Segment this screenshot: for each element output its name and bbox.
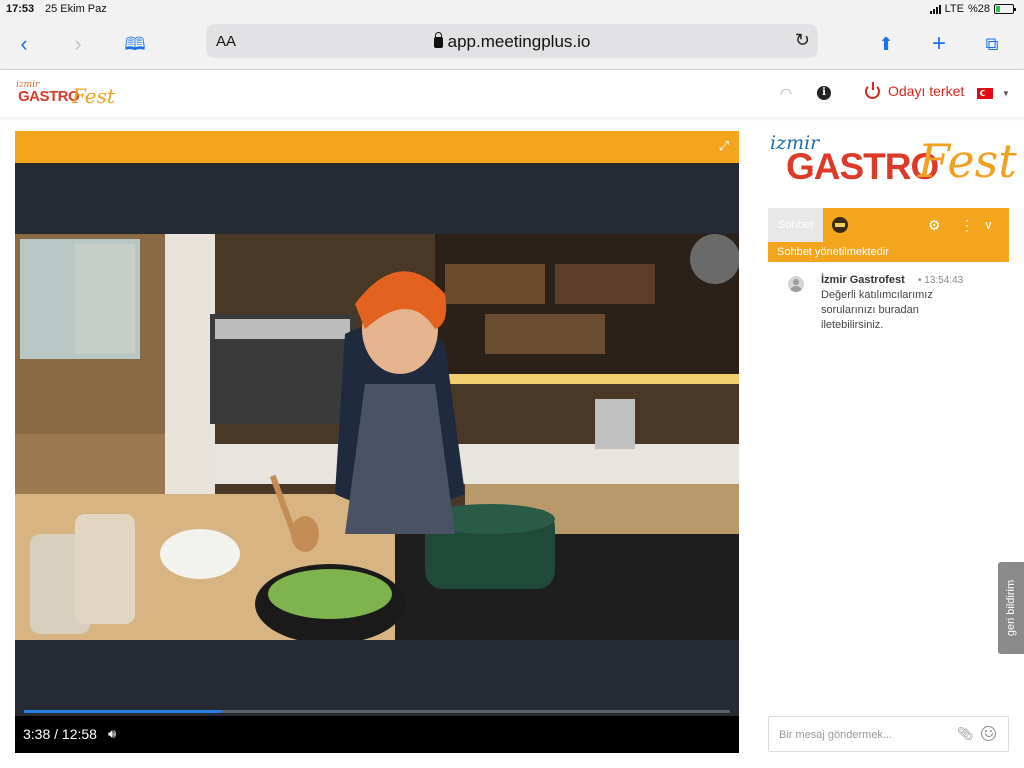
back-icon[interactable]: ‹ [10, 30, 38, 58]
volume-icon[interactable]: 🔊︎ [108, 726, 116, 742]
language-flag-icon[interactable] [977, 88, 993, 99]
sidebar-logo: izmir GASTRO Fest [768, 132, 1017, 196]
user-avatar-icon [788, 276, 804, 292]
logo-fest: Fest [72, 84, 115, 108]
info-icon[interactable]: i [817, 86, 831, 100]
new-tab-icon[interactable]: + [925, 30, 953, 58]
attachment-icon[interactable]: 📎︎ [957, 726, 974, 742]
leave-room-label: Odayı terket [888, 83, 965, 99]
message-time: 13:54:43 [924, 275, 964, 286]
browser-toolbar: ‹ › 🕮 AA app.meetingplus.io ↻ ⬆ + ⧉ [0, 20, 1024, 70]
message-input[interactable] [779, 726, 949, 744]
kitchen-scene-image [15, 234, 739, 640]
status-date: 25 Ekim Paz [45, 3, 107, 15]
network-label: LTE [944, 3, 964, 15]
logo-gastro: GASTRO [786, 146, 939, 187]
message-author: İzmir Gastrofest [821, 274, 905, 286]
fullscreen-icon[interactable]: ⤢ [717, 139, 731, 153]
logo-gastro: GASTRO [18, 88, 80, 105]
video-player: ⤢ 3:38 / 12:58 🔊︎ [15, 131, 739, 753]
time-display: 3:38 / 12:58 [23, 726, 97, 742]
seek-bar-fill [24, 710, 222, 713]
tab-chat[interactable]: Sohbet [768, 208, 823, 242]
feedback-label: geri bildirim [1005, 579, 1017, 637]
address-bar[interactable]: AA app.meetingplus.io ↻ [206, 24, 818, 58]
chevron-down-icon[interactable]: ▼ [1002, 89, 1010, 98]
message-composer: 📎︎ [768, 716, 1009, 752]
chat-toolbar: Sohbet ⚙ ⋮ ∨ [768, 208, 1009, 242]
url-text: app.meetingplus.io [447, 32, 591, 51]
status-time: 17:53 [6, 3, 35, 15]
app-header: izmir GASTRO Fest ◠ i Odayı terket ▼ [0, 71, 1024, 117]
message-text: Değerli katılımcılarımız sorularınızı bu… [821, 289, 933, 331]
emoji-icon[interactable] [981, 726, 996, 741]
more-vertical-icon[interactable]: ⋮ [960, 216, 974, 234]
connection-icon: ◠ [780, 85, 793, 101]
player-controls: 3:38 / 12:58 🔊︎ [15, 716, 739, 753]
url-display[interactable]: app.meetingplus.io [206, 32, 818, 52]
letterbox-top [15, 163, 739, 234]
forward-icon[interactable]: › [64, 30, 92, 58]
lock-icon [433, 32, 443, 48]
seek-bar[interactable] [24, 710, 730, 713]
bookmarks-icon[interactable]: 🕮 [121, 30, 149, 58]
status-indicators: LTE %28 [929, 3, 1016, 15]
tabs-icon[interactable]: ⧉ [978, 30, 1006, 58]
player-header: ⤢ [15, 131, 739, 163]
participants-avatar[interactable] [832, 217, 848, 233]
message-timestamp: • 13:54:43 [918, 275, 964, 286]
share-icon[interactable]: ⬆ [872, 30, 900, 58]
logo-fest: Fest [918, 134, 1017, 188]
gear-icon[interactable]: ⚙ [928, 216, 941, 234]
power-icon [865, 81, 880, 99]
header-logo: izmir GASTRO Fest [14, 80, 124, 108]
status-bar: 17:53 25 Ekim Paz LTE %28 [0, 0, 1024, 20]
battery-icon [994, 4, 1016, 14]
video-frame[interactable] [15, 234, 739, 640]
signal-icon [929, 4, 941, 14]
reload-icon[interactable]: ↻ [795, 30, 810, 51]
battery-label: %28 [967, 3, 990, 15]
feedback-button[interactable]: geri bildirim [998, 562, 1024, 654]
leave-room-button[interactable]: Odayı terket [865, 81, 965, 99]
chevron-down-icon[interactable]: ∨ [984, 216, 993, 234]
moderation-notice: Sohbet yönetilmektedir [768, 242, 1009, 262]
